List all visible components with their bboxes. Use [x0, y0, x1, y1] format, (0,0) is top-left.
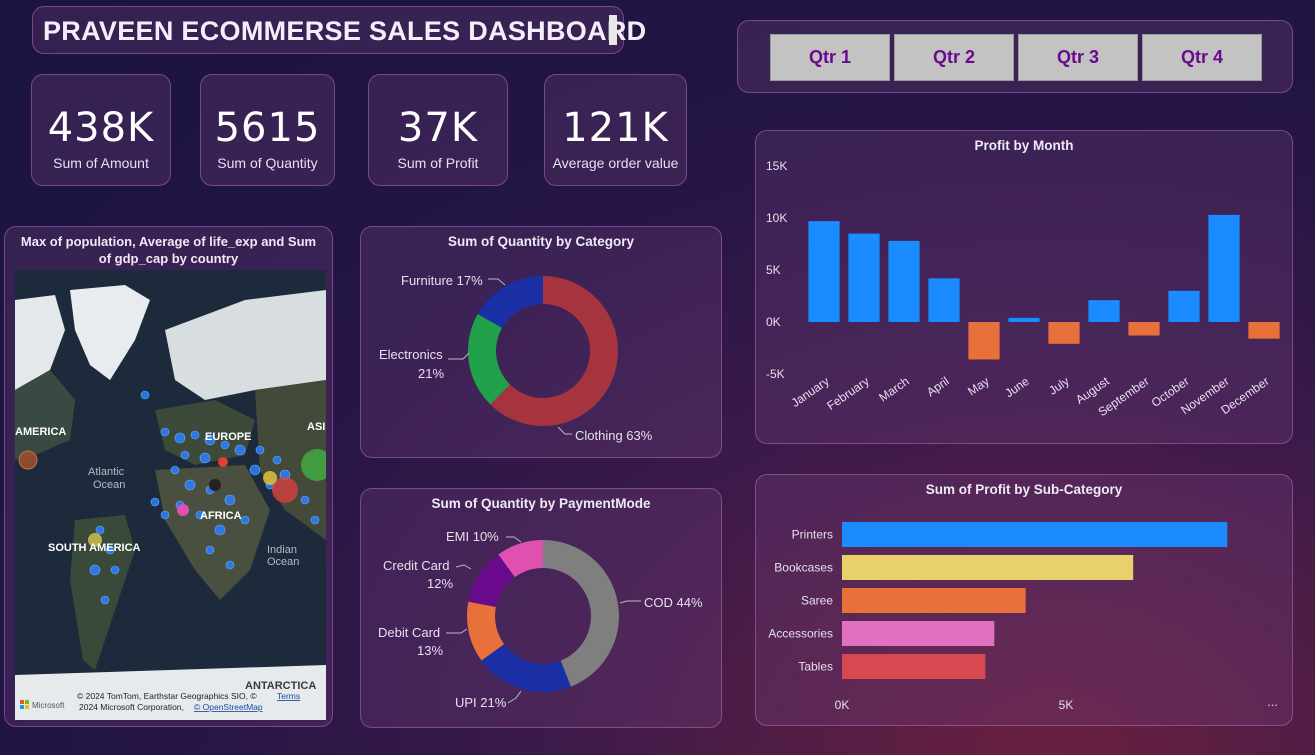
bar-bookcases[interactable] — [842, 555, 1134, 580]
map-label-atlantic-ocean: Ocean — [93, 479, 125, 491]
donut-label-credit-card-pct: 12% — [427, 576, 453, 591]
kpi-value: 5615 — [214, 105, 321, 151]
payment-donut-chart: COD 44% UPI 21% Debit Card 13% Credit Ca… — [378, 529, 703, 710]
donut-label-debit-card-pct: 13% — [417, 643, 443, 658]
bar-printers[interactable] — [842, 522, 1228, 547]
kpi-average-order-value: 121K Average order value — [544, 74, 687, 186]
map-title-line-1: Max of population, Average of life_exp a… — [20, 234, 317, 249]
payment-donut-card: Sum of Quantity by PaymentMode COD 44% U… — [360, 488, 722, 728]
kpi-label: Average order value — [552, 155, 679, 171]
y-tick-label: -5K — [766, 367, 785, 381]
map-label-south-america: SOUTH AMERICA — [48, 542, 141, 554]
donut-label-electronics: Electronics — [379, 347, 443, 362]
donut-label-emi: EMI 10% — [446, 529, 499, 544]
bar-accessories[interactable] — [842, 621, 995, 646]
bar-saree[interactable] — [842, 588, 1026, 613]
more-options-icon[interactable]: ... — [1267, 694, 1278, 709]
y-tick-label: 5K — [766, 263, 781, 277]
x-tick-label: March — [876, 374, 911, 405]
bar-march[interactable] — [888, 240, 920, 322]
bar-may[interactable] — [968, 322, 1000, 360]
profit-by-subcategory-chart: Printers Bookcases Saree Accessories Tables 0… — [768, 522, 1228, 712]
dashboard-title: PRAVEEN ECOMMERSE SALES DASHBOARD — [43, 16, 647, 46]
kpi-label: Sum of Profit — [397, 155, 479, 171]
donut-label-debit-card: Debit Card — [378, 625, 440, 640]
donut-label-credit-card: Credit Card — [383, 558, 449, 573]
y-tick-label: Tables — [798, 660, 833, 674]
y-tick-label: Saree — [801, 594, 833, 608]
map-label-atlantic: Atlantic — [88, 466, 125, 478]
map-title: Max of population, Average of life_exp a… — [5, 233, 332, 267]
bar-july[interactable] — [1048, 322, 1080, 344]
map-card: Max of population, Average of life_exp a… — [4, 226, 333, 727]
map-osm-link[interactable]: © OpenStreetMap — [194, 702, 263, 712]
qtr-3-button[interactable]: Qtr 3 — [1018, 34, 1138, 81]
kpi-sum-of-amount: 438K Sum of Amount — [31, 74, 171, 186]
x-tick-label: April — [924, 374, 952, 399]
donut-label-upi: UPI 21% — [455, 695, 507, 710]
text-cursor — [609, 15, 617, 45]
map-label-europe: EUROPE — [205, 431, 251, 443]
map-attribution-2: 2024 Microsoft Corporation, — [79, 702, 184, 712]
donut-label-clothing: Clothing 63% — [575, 428, 653, 443]
category-donut-card: Sum of Quantity by Category Clothing 63%… — [360, 226, 722, 458]
map-label-africa: AFRICA — [200, 510, 242, 522]
x-tick-label: June — [1002, 374, 1032, 401]
map-terms-link[interactable]: Terms — [277, 691, 300, 701]
kpi-label: Sum of Amount — [53, 155, 149, 171]
bar-october[interactable] — [1168, 290, 1200, 322]
profit-by-subcategory-card: Sum of Profit by Sub-Category Printers Bo… — [755, 474, 1293, 726]
x-tick-label: 5K — [1059, 698, 1074, 712]
map-attribution-1: © 2024 TomTom, Earthstar Geographics SIO… — [77, 691, 257, 701]
y-tick-label: 15K — [766, 159, 787, 173]
quarter-slicer: Qtr 1 Qtr 2 Qtr 3 Qtr 4 — [737, 20, 1293, 93]
map-label-indian-ocean: Ocean — [267, 556, 299, 568]
y-tick-label: Bookcases — [774, 561, 833, 575]
bar-tables[interactable] — [842, 654, 986, 679]
map-label-asia: ASI — [307, 421, 325, 433]
bar-november[interactable] — [1208, 214, 1240, 322]
qtr-1-button[interactable]: Qtr 1 — [770, 34, 890, 81]
kpi-sum-of-profit: 37K Sum of Profit — [368, 74, 508, 186]
profit-by-month-chart: 15K10K5K0K-5K JanuaryFebruary March April Ma… — [766, 159, 1280, 419]
qtr-4-button[interactable]: Qtr 4 — [1142, 34, 1262, 81]
bar-april[interactable] — [928, 278, 960, 322]
kpi-sum-of-quantity: 5615 Sum of Quantity — [200, 74, 335, 186]
y-tick-label: 0K — [766, 315, 781, 329]
map-label-america: AMERICA — [15, 426, 66, 438]
kpi-value: 438K — [47, 105, 155, 151]
donut-label-electronics-pct: 21% — [418, 366, 444, 381]
map-brand: Microsoft — [32, 701, 65, 710]
bar-june[interactable] — [1008, 317, 1040, 322]
payment-slice-upi[interactable] — [481, 644, 571, 692]
y-tick-label: 10K — [766, 211, 787, 225]
bar-january[interactable] — [808, 221, 840, 322]
x-tick-label: July — [1046, 374, 1072, 398]
world-map[interactable]: AMERICA EUROPE ASI AFRICA SOUTH AMERICA … — [15, 270, 326, 720]
kpi-label: Sum of Quantity — [217, 155, 318, 171]
map-title-line-2: of gdp_cap by country — [98, 251, 239, 266]
kpi-value: 121K — [562, 105, 669, 151]
category-donut-chart: Clothing 63% Electronics 21% Furniture 1… — [379, 273, 653, 443]
bar-december[interactable] — [1248, 322, 1280, 339]
kpi-value: 37K — [397, 105, 479, 151]
x-tick-label: May — [965, 374, 992, 398]
bar-february[interactable] — [848, 233, 880, 322]
donut-label-cod: COD 44% — [644, 595, 703, 610]
map-label-indian: Indian — [267, 544, 297, 556]
y-tick-label: Accessories — [768, 627, 833, 641]
y-tick-label: Printers — [792, 528, 833, 542]
donut-label-furniture: Furniture 17% — [401, 273, 483, 288]
bar-september[interactable] — [1128, 322, 1160, 336]
profit-by-month-card: Profit by Month 15K 10K 5K 0K -5K January Febr… — [755, 130, 1293, 444]
x-tick-label: February — [824, 374, 871, 413]
dashboard-title-box: PRAVEEN ECOMMERSE SALES DASHBOARD — [32, 6, 646, 54]
bar-august[interactable] — [1088, 300, 1120, 322]
x-tick-label: 0K — [835, 698, 850, 712]
qtr-2-button[interactable]: Qtr 2 — [894, 34, 1014, 81]
